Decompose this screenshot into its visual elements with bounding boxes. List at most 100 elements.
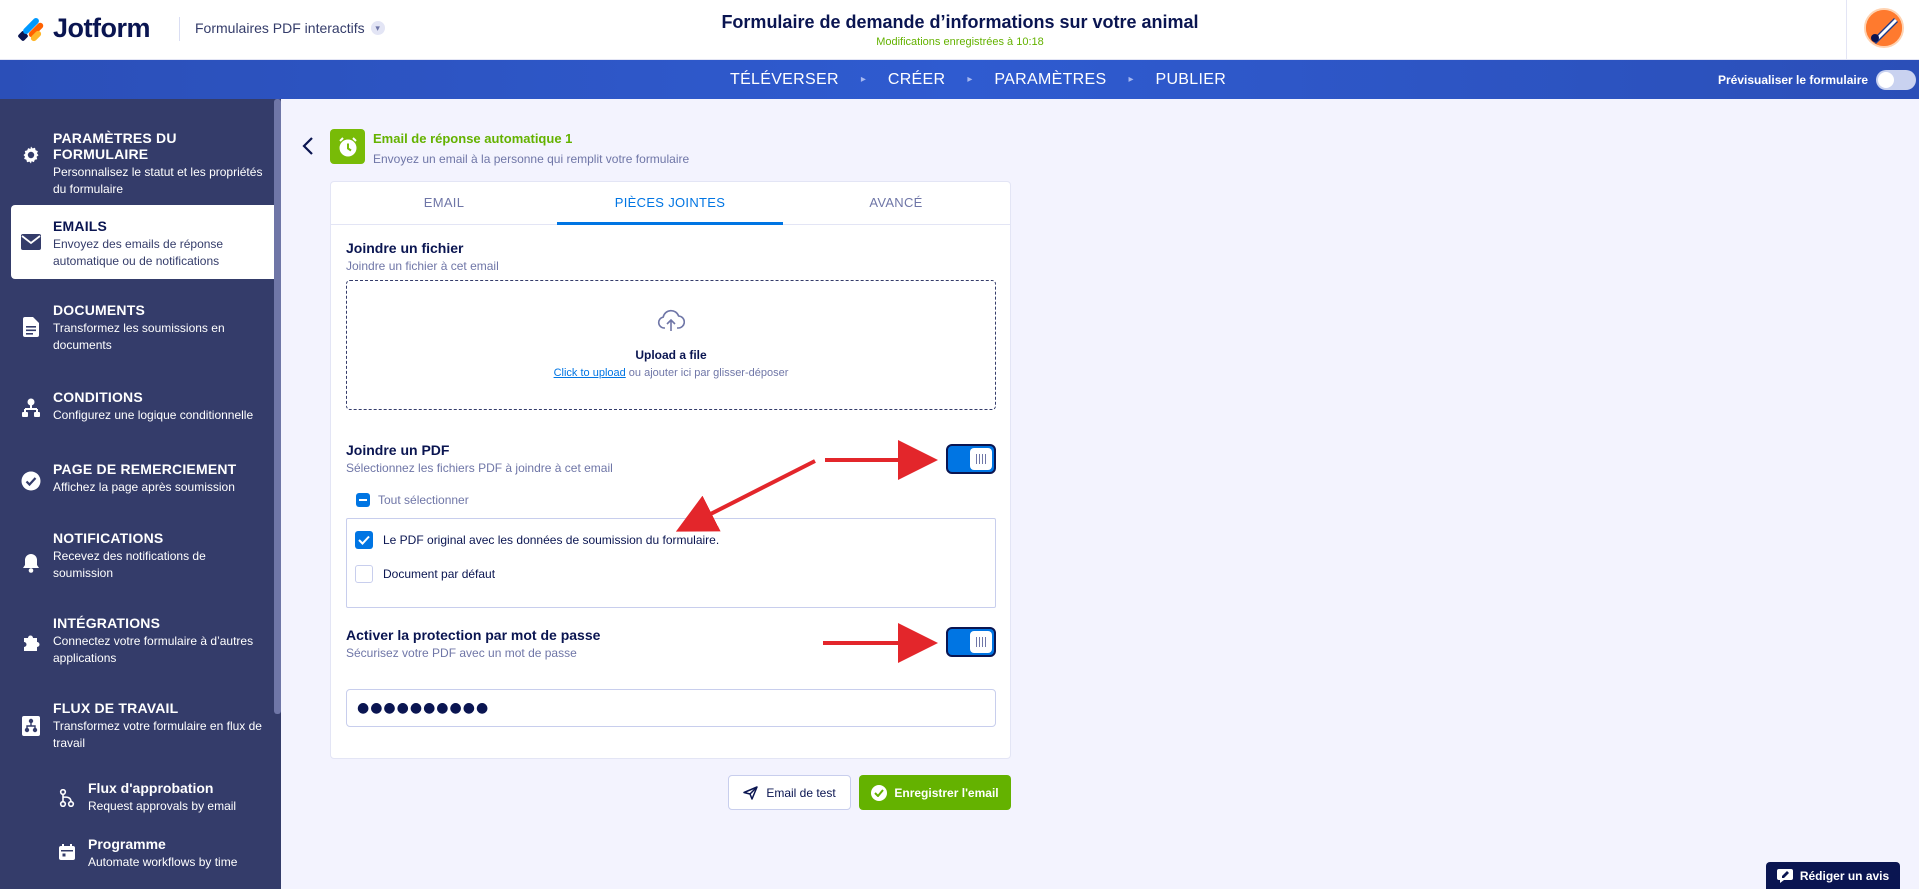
sidebar-subitem-schedule[interactable]: Programme Automate workflows by time [0, 836, 274, 874]
upload-drag-text: ou ajouter ici par glisser-déposer [625, 367, 789, 379]
jotform-logo-icon [17, 12, 45, 44]
sidebar-subitem-text: Programme Automate workflows by time [88, 836, 237, 869]
email-settings-card: EMAIL PIÈCES JOINTES AVANCÉ Joindre un f… [330, 181, 1011, 759]
form-type-label: Formulaires PDF interactifs [195, 20, 365, 36]
sidebar-item-form-settings[interactable]: PARAMÈTRES DU FORMULAIRE Personnalisez l… [0, 130, 274, 196]
sidebar-item-title: DOCUMENTS [53, 302, 146, 318]
send-icon [743, 785, 759, 800]
sidebar-item-title: CONDITIONS [53, 389, 143, 405]
gear-icon [20, 144, 42, 166]
logo-text: Jotform [53, 12, 151, 43]
sidebar-item-text: PAGE DE REMERCIEMENT Affichez la page ap… [53, 461, 268, 496]
sidebar-item-notifications[interactable]: NOTIFICATIONS Recevez des notifications … [0, 530, 274, 582]
top-header: Jotform Formulaires PDF interactifs ▾ Fo… [0, 0, 1919, 60]
autoresponder-clock-icon [330, 129, 365, 164]
sidebar-subitem-title: Programme [88, 836, 166, 852]
calendar-icon [57, 842, 77, 862]
saved-status: Modifications enregistrées à 10:18 [876, 36, 1044, 48]
save-email-label: Enregistrer l'email [894, 785, 999, 800]
check-circle-icon [871, 784, 888, 801]
header-right-divider [1846, 0, 1847, 60]
pdf-option-label: Le PDF original avec les données de soum… [383, 533, 720, 547]
sidebar-subitem-approval-flow[interactable]: Flux d'approbation Request approvals by … [0, 780, 274, 818]
sidebar-item-text: INTÉGRATIONS Connectez votre formulaire … [53, 615, 268, 667]
nav-create[interactable]: CRÉER [888, 71, 946, 89]
hierarchy-icon [20, 397, 42, 419]
envelope-icon [20, 231, 42, 253]
save-email-button[interactable]: Enregistrer l'email [859, 775, 1011, 810]
write-review-button[interactable]: Rédiger un avis [1766, 862, 1900, 889]
sidebar-item-integrations[interactable]: INTÉGRATIONS Connectez votre formulaire … [0, 615, 274, 667]
header-divider [179, 17, 180, 41]
sidebar-scrollbar[interactable] [274, 99, 281, 714]
form-title-block: Formulaire de demande d’informations sur… [560, 12, 1360, 48]
tab-attachments[interactable]: PIÈCES JOINTES [557, 182, 783, 225]
back-button[interactable] [298, 134, 318, 158]
file-dropzone[interactable]: Upload a file Click to upload ou ajouter… [346, 280, 996, 410]
form-title[interactable]: Formulaire de demande d’informations sur… [560, 12, 1360, 33]
write-review-label: Rédiger un avis [1799, 868, 1890, 883]
grip-icon [976, 454, 986, 464]
sidebar-subitem-desc: Automate workflows by time [88, 855, 238, 869]
password-toggle[interactable] [946, 627, 996, 657]
main-navbar: TÉLÉVERSER ▸ CRÉER ▸ PARAMÈTRES ▸ PUBLIE… [0, 60, 1919, 99]
attach-pdf-title: Joindre un PDF [346, 442, 450, 458]
preview-label: Prévisualiser le formulaire [1718, 73, 1869, 87]
nav-publish[interactable]: PUBLIER [1155, 71, 1226, 89]
password-title: Activer la protection par mot de passe [346, 627, 601, 643]
select-all[interactable]: Tout sélectionner [356, 493, 469, 507]
autoresponder-title: Email de réponse automatique 1 [373, 131, 573, 146]
sidebar-subitem-title: Flux d'approbation [88, 780, 214, 796]
sidebar-item-desc: Transformez les soumissions en documents [53, 321, 225, 352]
sidebar-item-desc: Transformez votre formulaire en flux de … [53, 719, 262, 750]
sidebar-item-emails[interactable]: EMAILS Envoyez des emails de réponse aut… [11, 205, 274, 279]
sidebar-item-conditions[interactable]: CONDITIONS Configurez une logique condit… [0, 389, 274, 429]
sidebar-item-title: INTÉGRATIONS [53, 615, 161, 631]
grip-icon [976, 637, 986, 647]
jotform-logo[interactable]: Jotform [17, 12, 151, 44]
sidebar-item-text: PARAMÈTRES DU FORMULAIRE Personnalisez l… [53, 130, 268, 198]
sidebar-item-title: EMAILS [53, 218, 108, 234]
checkmark-icon [358, 535, 370, 545]
select-all-label: Tout sélectionner [378, 493, 469, 507]
pdf-option-original[interactable]: Le PDF original avec les données de soum… [355, 531, 719, 549]
sidebar-item-title: FLUX DE TRAVAIL [53, 700, 179, 716]
password-input[interactable] [346, 689, 996, 727]
toggle-knob [970, 631, 992, 653]
form-type-dropdown[interactable]: Formulaires PDF interactifs ▾ [195, 20, 385, 36]
sidebar-item-desc: Envoyez des emails de réponse automatiqu… [53, 237, 224, 268]
workflow-icon [20, 715, 42, 737]
test-email-button[interactable]: Email de test [728, 775, 851, 810]
sidebar-item-documents[interactable]: DOCUMENTS Transformez les soumissions en… [0, 302, 274, 352]
user-avatar[interactable] [1864, 8, 1904, 48]
chevron-right-icon: ▸ [1128, 74, 1134, 85]
sidebar-item-desc: Personnalisez le statut et les propriété… [53, 165, 263, 196]
review-icon [1776, 868, 1793, 883]
sidebar-item-title: PARAMÈTRES DU FORMULAIRE [53, 130, 177, 162]
attach-file-title: Joindre un fichier [346, 240, 464, 256]
sidebar-subitem-text: Flux d'approbation Request approvals by … [88, 780, 236, 813]
checkbox-checked[interactable] [355, 531, 373, 549]
chevron-left-icon [302, 137, 313, 155]
sidebar-item-text: NOTIFICATIONS Recevez des notifications … [53, 530, 268, 582]
select-all-checkbox[interactable] [356, 493, 370, 507]
settings-sidebar: PARAMÈTRES DU FORMULAIRE Personnalisez l… [0, 99, 281, 889]
attach-pdf-toggle[interactable] [946, 444, 996, 474]
tab-email[interactable]: EMAIL [331, 182, 557, 224]
sidebar-item-desc: Connectez votre formulaire à d’autres ap… [53, 634, 254, 665]
attach-pdf-subtitle: Sélectionnez les fichiers PDF à joindre … [346, 461, 613, 475]
sidebar-item-desc: Recevez des notifications de soumission [53, 549, 206, 580]
pdf-option-default[interactable]: Document par défaut [355, 565, 495, 583]
nav-upload[interactable]: TÉLÉVERSER [730, 71, 839, 89]
document-icon [20, 316, 42, 338]
sidebar-item-text: FLUX DE TRAVAIL Transformez votre formul… [53, 700, 268, 752]
sidebar-item-thank-you-page[interactable]: PAGE DE REMERCIEMENT Affichez la page ap… [0, 461, 274, 501]
pdf-option-label: Document par défaut [383, 567, 496, 581]
tab-advanced[interactable]: AVANCÉ [783, 182, 1009, 224]
checkbox-unchecked[interactable] [355, 565, 373, 583]
click-to-upload-link[interactable]: Click to upload [554, 367, 626, 379]
preview-toggle[interactable] [1876, 70, 1917, 90]
sidebar-item-workflows[interactable]: FLUX DE TRAVAIL Transformez votre formul… [0, 700, 274, 752]
nav-items: TÉLÉVERSER ▸ CRÉER ▸ PARAMÈTRES ▸ PUBLIE… [730, 60, 1226, 99]
nav-settings[interactable]: PARAMÈTRES [994, 71, 1106, 89]
